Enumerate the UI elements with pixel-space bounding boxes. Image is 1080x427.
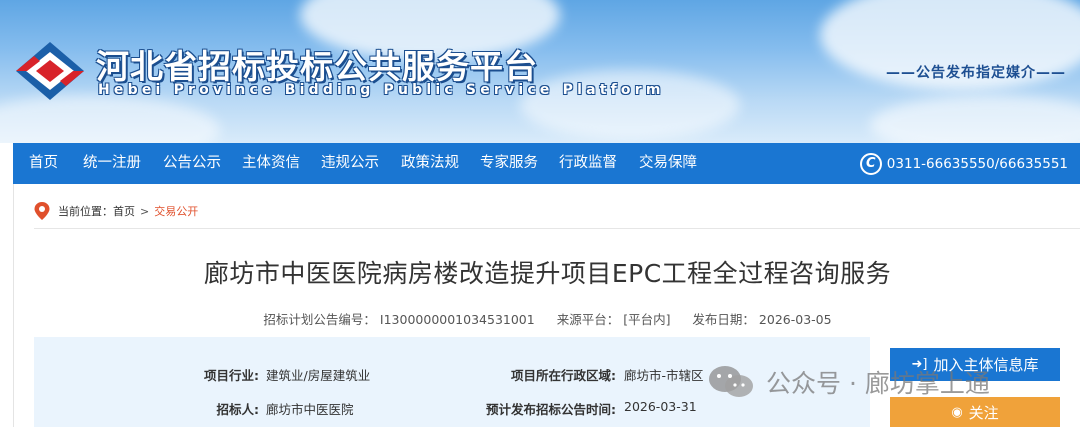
header-slogan: ——公告发布指定媒介—— xyxy=(886,65,1066,81)
site-title: 河北省招标投标公共服务平台 xyxy=(96,47,538,86)
notice-content: 当前位置： 首页 > 交易公开 廊坊市中医医院病房楼改造提升项目EPC工程全过程… xyxy=(13,184,1080,427)
eye-icon: ◉ xyxy=(951,404,963,420)
join-entity-database-button[interactable]: ➜] 加入主体信息库 xyxy=(890,348,1060,381)
phone-number: 0311-66635550/66635551 xyxy=(886,155,1068,172)
join-button-label: 加入主体信息库 xyxy=(933,356,1039,374)
tenderer-value: 廊坊市中医医院 xyxy=(266,402,354,417)
industry-label: 项目行业: xyxy=(204,368,259,383)
tenderer-label: 招标人: xyxy=(216,402,260,417)
nav-item-guarantee[interactable]: 交易保障 xyxy=(639,143,697,184)
breadcrumb-home[interactable]: 首页 xyxy=(113,203,135,219)
region-value: 廊坊市-市辖区 xyxy=(624,368,704,383)
site-subtitle: Hebei Province Bidding Public Service Pl… xyxy=(98,82,665,98)
publish-date-value: 2026-03-05 xyxy=(758,312,832,327)
follow-button[interactable]: ◉ 关注 xyxy=(890,397,1060,427)
cloud xyxy=(0,95,220,143)
nav-item-announcements[interactable]: 公告公示 xyxy=(163,143,221,184)
follow-button-label: 关注 xyxy=(968,403,999,422)
nav-item-policies[interactable]: 政策法规 xyxy=(401,143,459,184)
plan-time-label: 预计发布招标公告时间: xyxy=(486,402,616,417)
source-label: 来源平台： xyxy=(556,312,620,327)
nav-phone: C 0311-66635550/66635551 xyxy=(859,143,1068,184)
notice-title: 廊坊市中医医院病房楼改造提升项目EPC工程全过程咨询服务 xyxy=(203,259,892,288)
phone-icon: C xyxy=(859,152,882,175)
nav-item-register[interactable]: 统一注册 xyxy=(83,143,141,184)
nav-item-violations[interactable]: 违规公示 xyxy=(321,143,379,184)
nav-item-supervision[interactable]: 行政监督 xyxy=(559,143,617,184)
breadcrumb-divider xyxy=(34,228,1080,229)
nav-item-home[interactable]: 首页 xyxy=(29,143,58,184)
cloud xyxy=(870,95,1080,143)
source-value: [平台内] xyxy=(623,312,671,327)
breadcrumb-current[interactable]: 交易公开 xyxy=(154,203,198,219)
platform-logo-icon[interactable] xyxy=(14,40,86,102)
info-row: 项目行业: 建筑业/房屋建筑业 项目所在行政区域: 廊坊市-市辖区 xyxy=(34,365,870,389)
breadcrumb-separator: > xyxy=(140,204,150,218)
header-banner: 河北省招标投标公共服务平台 Hebei Province Bidding Pub… xyxy=(0,0,1080,143)
breadcrumb: 当前位置： 首页 > 交易公开 xyxy=(34,201,198,221)
breadcrumb-prefix: 当前位置： xyxy=(58,205,113,218)
main-nav: 首页 统一注册 公告公示 主体资信 违规公示 政策法规 专家服务 行政监督 交易… xyxy=(13,143,1080,184)
notice-code-label: 招标计划公告编号： xyxy=(263,312,376,327)
location-pin-icon xyxy=(34,202,50,220)
nav-item-experts[interactable]: 专家服务 xyxy=(480,143,538,184)
nav-item-credit[interactable]: 主体资信 xyxy=(242,143,300,184)
region-label: 项目所在行政区域: xyxy=(511,368,616,383)
notice-code-value: I1300000001034531001 xyxy=(379,312,535,327)
info-row: 招标人: 廊坊市中医医院 预计发布招标公告时间: 2026-03-31 xyxy=(34,399,870,423)
industry-value: 建筑业/房屋建筑业 xyxy=(266,368,371,383)
plan-time-value: 2026-03-31 xyxy=(624,399,697,414)
project-info-panel: 项目行业: 建筑业/房屋建筑业 项目所在行政区域: 廊坊市-市辖区 招标人: 廊… xyxy=(34,337,870,427)
sign-in-icon: ➜] xyxy=(911,357,928,372)
publish-date-label: 发布日期： xyxy=(692,312,755,327)
cloud xyxy=(520,70,740,140)
notice-meta: 招标计划公告编号： I1300000001034531001 来源平台： [平台… xyxy=(14,309,1080,328)
